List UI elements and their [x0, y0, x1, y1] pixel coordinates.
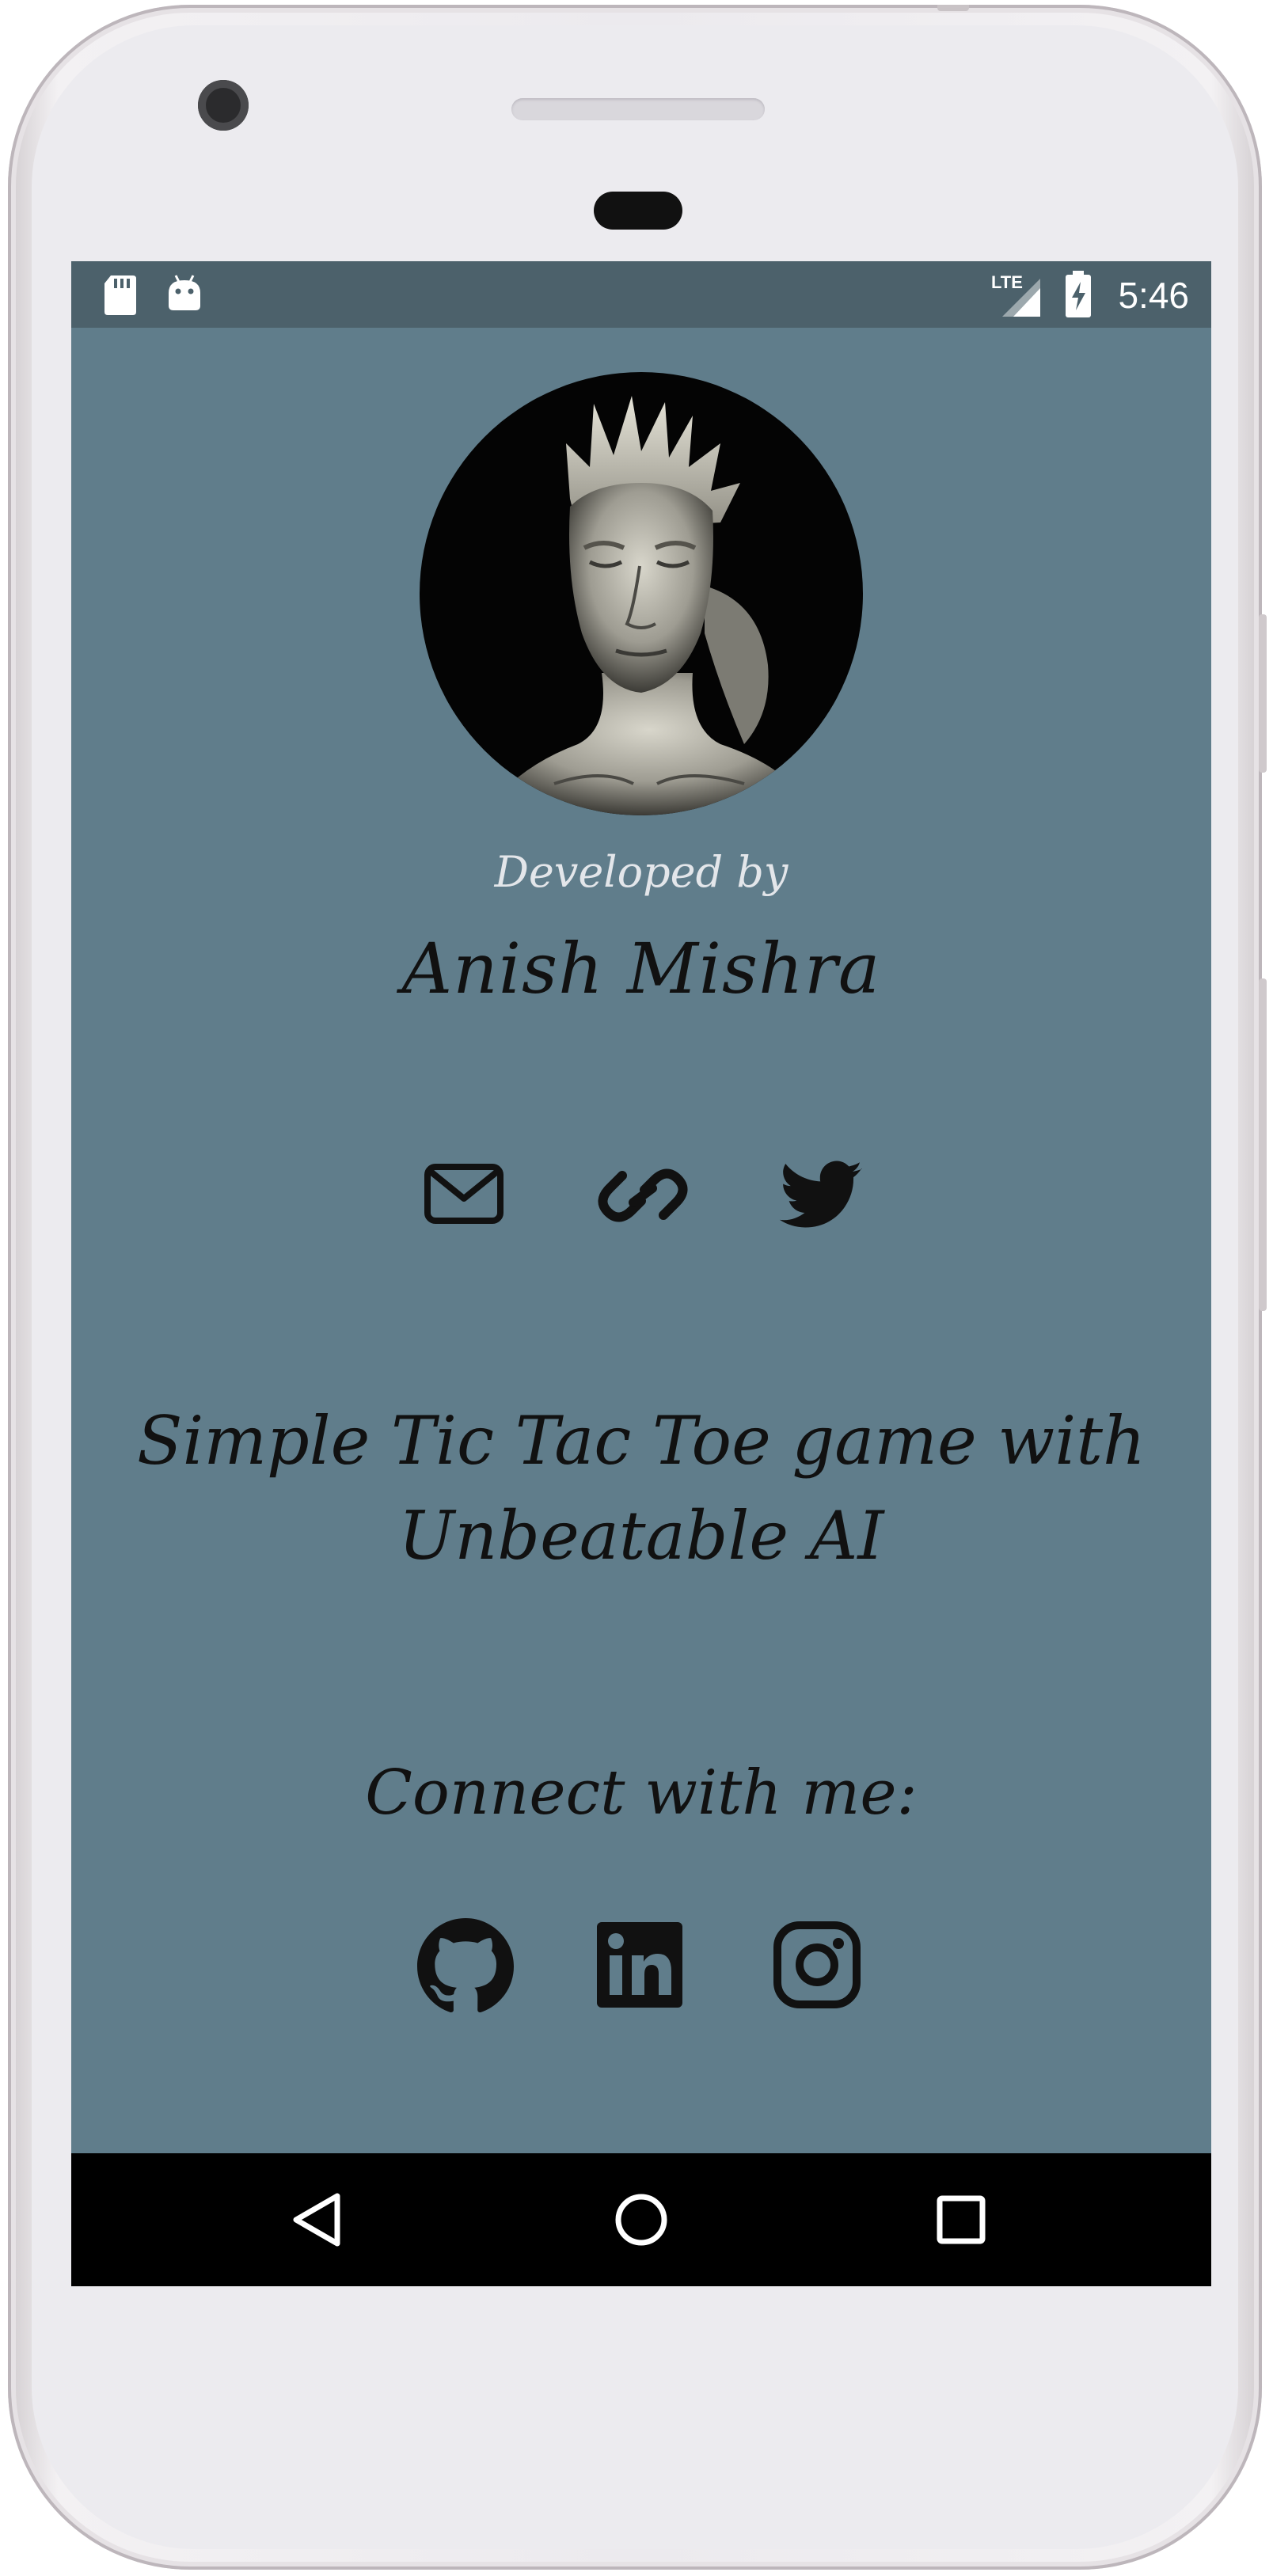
developer-name: Anish Mishra [401, 928, 881, 1009]
top-button [937, 5, 969, 11]
developer-avatar [420, 372, 863, 815]
svg-text:LTE: LTE [991, 272, 1023, 292]
earpiece-speaker [511, 98, 765, 120]
android-icon [166, 272, 203, 318]
proximity-sensor [594, 192, 682, 230]
twitter-icon[interactable] [777, 1159, 866, 1232]
side-button-upper [1259, 614, 1267, 773]
home-button[interactable] [610, 2188, 673, 2251]
back-button[interactable] [285, 2188, 348, 2251]
link-icon[interactable] [594, 1151, 692, 1240]
side-button-lower [1259, 978, 1267, 1311]
front-camera [198, 80, 249, 131]
phone-frame: LTE 5:46 Developed by Anish Mishra Simpl… [8, 5, 1267, 2570]
app-tagline: Simple Tic Tac Toe game with Unbeatable … [136, 1402, 1146, 1575]
navigation-bar [71, 2153, 1211, 2286]
github-icon[interactable] [416, 1917, 515, 2016]
battery-charging-icon [1064, 271, 1092, 321]
contact-icons-row [71, 1148, 1211, 1243]
status-time: 5:46 [1118, 275, 1189, 316]
instagram-icon[interactable] [771, 1919, 863, 2011]
social-icons-row [71, 1908, 1211, 2019]
linkedin-icon[interactable] [594, 1919, 686, 2011]
developed-by-label: Developed by [494, 847, 788, 897]
recents-button[interactable] [931, 2190, 991, 2250]
lte-signal-icon: LTE [991, 271, 1047, 321]
mail-icon[interactable] [423, 1161, 505, 1227]
sd-card-icon [103, 272, 138, 320]
connect-heading: Connect with me: [365, 1757, 918, 1829]
app-screen: LTE 5:46 Developed by Anish Mishra Simpl… [71, 261, 1211, 2286]
status-bar: LTE 5:46 [71, 261, 1211, 328]
